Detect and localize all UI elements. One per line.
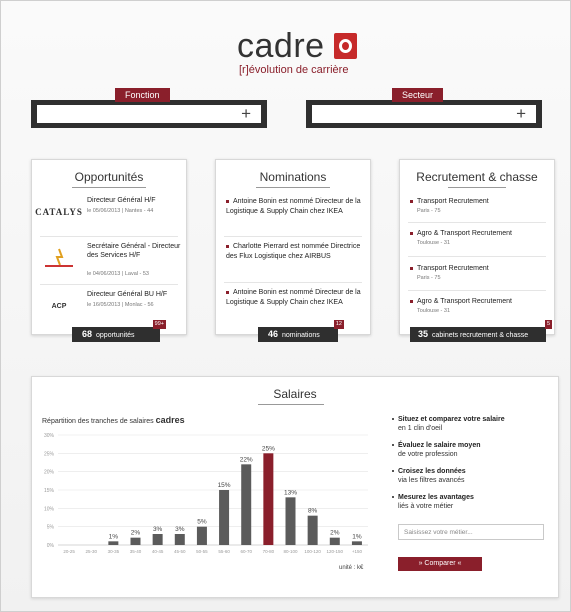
card-title: Recrutement & chasse (416, 170, 538, 184)
metier-input[interactable]: Saisissez votre métier... (398, 524, 544, 540)
bar (219, 490, 230, 545)
x-tick-label: 120-150 (327, 549, 344, 554)
card-title: Opportunités (74, 170, 144, 184)
bar (108, 541, 119, 545)
data-label: 1% (352, 533, 362, 540)
bar (241, 464, 252, 545)
data-label: 15% (218, 482, 231, 489)
bar (263, 453, 274, 545)
opportunites-card: Opportunités CATALYS Directeur Général H… (31, 159, 187, 342)
data-label: 2% (330, 530, 340, 537)
company-logo: ACP (51, 302, 67, 310)
bar (285, 497, 296, 545)
data-label: 25% (262, 445, 275, 452)
feature-bullet: Évaluez le salaire moyen de votre profess… (392, 441, 481, 459)
recrutement-count-button[interactable]: 35 cabinets recrutement & chasse 5 (410, 320, 552, 342)
feature-bullet: Croisez les données via les filtres avanc… (392, 467, 466, 485)
company-logo: CATALYS (35, 207, 83, 217)
secteur-filter: Secteur + (306, 88, 542, 128)
list-item[interactable]: CATALYS Directeur Général H/F le 05/06/2… (35, 196, 178, 236)
bar (130, 537, 141, 545)
plus-icon[interactable]: + (241, 105, 251, 123)
chart-heading: Répartition des tranches de salaires cad… (42, 415, 185, 425)
logo[interactable]: cadre [r]évolution de carrière (227, 29, 367, 81)
feature-bullet: Mesurez les avantages liés à votre métier (392, 493, 474, 511)
data-label: 8% (308, 508, 318, 515)
section-title: Salaires (273, 387, 317, 401)
list-item[interactable]: Antoine Bonin est nommé Directeur de la … (226, 288, 362, 308)
y-tick-label: 20% (44, 470, 55, 476)
unit-label: unité : k€ (339, 565, 364, 571)
compare-button[interactable]: » Comparer « (398, 557, 482, 571)
job-title: Secrétaire Général - Directeur des Servi… (87, 243, 181, 259)
data-label: 5% (197, 519, 207, 526)
bar (329, 537, 340, 545)
data-label: 3% (153, 526, 163, 533)
data-label: 22% (240, 456, 253, 463)
list-item[interactable]: Antoine Bonin est nommé Directeur de la … (226, 197, 362, 217)
count-badge: 12 (333, 320, 344, 329)
x-tick-label: 30-35 (108, 549, 120, 554)
salaires-panel: Salaires Répartition des tranches de sal… (31, 376, 559, 598)
logo-tagline: [r]évolution de carrière (239, 64, 349, 76)
y-tick-label: 15% (44, 488, 55, 494)
page-frame: cadre [r]évolution de carrière Fonction … (0, 0, 571, 612)
job-meta: le 16/05/2013 | Monlac - 56 (87, 302, 154, 308)
x-tick-label: 60-70 (240, 549, 252, 554)
card-title: Nominations (259, 170, 327, 184)
logo-o-icon (334, 33, 357, 59)
nominations-count-button[interactable]: 46 nominations 12 (258, 320, 344, 342)
y-tick-label: 10% (44, 506, 55, 512)
x-tick-label: 80-100 (283, 549, 298, 554)
job-title: Directeur Général H/F (87, 197, 156, 204)
bar (351, 541, 362, 545)
y-tick-label: 25% (44, 451, 55, 457)
data-label: 3% (175, 526, 185, 533)
bar (196, 526, 207, 545)
y-tick-label: 30% (44, 433, 55, 439)
salary-chart: 0% 5% 10% 15% 20% 25% 30% 20-25 25-30 1% 30-35 2% 35… (44, 433, 368, 554)
data-label: 13% (284, 489, 297, 496)
feature-bullet: Situez et comparez votre salaire en 1 cli… (392, 415, 505, 433)
plus-icon[interactable]: + (516, 105, 526, 123)
x-tick-label: 40-45 (152, 549, 164, 554)
x-tick-label: 50-55 (196, 549, 208, 554)
fonction-tab: Fonction (115, 88, 170, 102)
nominations-card: Nominations Antoine Bonin est nommé Dire… (215, 159, 371, 342)
bar (174, 534, 185, 545)
list-item[interactable]: Secrétaire Général - Directeur des Servi… (40, 242, 180, 282)
x-tick-label: +150 (352, 549, 363, 554)
secteur-input[interactable]: + (312, 105, 536, 123)
y-tick-label: 5% (47, 525, 55, 531)
x-tick-label: 70-80 (263, 549, 275, 554)
y-tick-label: 0% (47, 543, 55, 549)
count-badge: 5 (544, 320, 552, 329)
logo-wordmark: cadre (237, 27, 325, 65)
x-tick-label: 35-40 (130, 549, 142, 554)
secteur-tab: Secteur (392, 88, 444, 102)
data-label: 1% (109, 533, 119, 540)
x-tick-label: 45-50 (174, 549, 186, 554)
recrutement-card: Recrutement & chasse Transport Recruteme… (399, 159, 555, 342)
job-title: Directeur Général BU H/F (87, 291, 168, 298)
job-meta: le 05/06/2013 | Nantes - 44 (87, 208, 154, 214)
bar (307, 515, 318, 545)
bar (152, 534, 163, 545)
x-tick-label: 20-25 (63, 549, 75, 554)
count-badge: 99+ (152, 320, 166, 329)
data-label: 2% (131, 530, 141, 537)
job-meta: le 04/06/2013 | Laval - 53 (87, 271, 149, 277)
x-tick-label: 55-60 (218, 549, 230, 554)
x-tick-label: 25-30 (85, 549, 97, 554)
opportunites-count-button[interactable]: 68 opportunités 99+ (72, 320, 166, 342)
fonction-input[interactable]: + (37, 105, 261, 123)
fonction-filter: Fonction + (31, 88, 267, 128)
x-tick-label: 100-120 (304, 549, 321, 554)
list-item[interactable]: Charlotte Pierrard est nommée Directrice… (226, 242, 362, 262)
company-logo (40, 244, 78, 272)
